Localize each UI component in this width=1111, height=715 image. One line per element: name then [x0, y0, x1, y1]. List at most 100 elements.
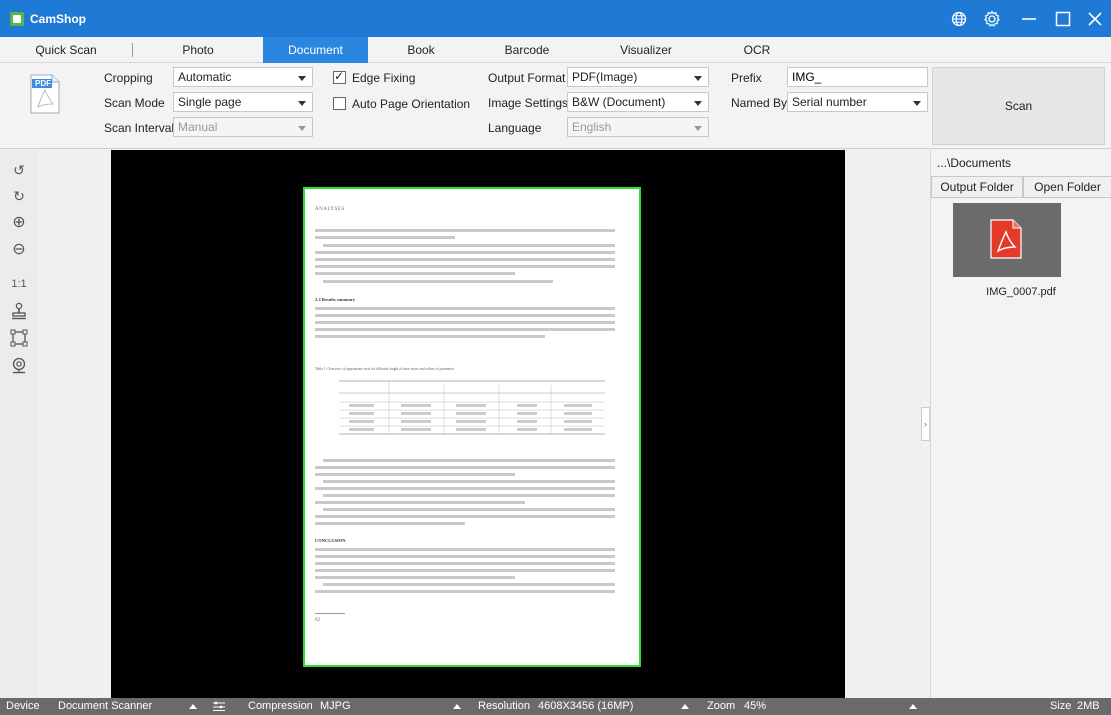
- pdf-icon-text: PDF: [35, 79, 51, 88]
- doc-text-line: [315, 473, 515, 476]
- cropping-select[interactable]: Automatic: [173, 67, 313, 87]
- doc-text-line: [315, 272, 515, 275]
- webcam-icon[interactable]: [9, 356, 29, 376]
- file-thumbnail[interactable]: [953, 203, 1061, 277]
- doc-text-line: [323, 480, 615, 483]
- device-value: Document Scanner: [58, 700, 153, 712]
- open-folder-button[interactable]: Open Folder: [1023, 176, 1111, 198]
- scan-mode-select[interactable]: Single page: [173, 92, 313, 112]
- edge-fixing-checkbox[interactable]: [333, 69, 346, 84]
- scan-button[interactable]: Scan: [932, 67, 1105, 145]
- doc-text-line: [315, 307, 615, 310]
- tab-book[interactable]: Book: [368, 37, 474, 63]
- doc-page-number: 62: [315, 618, 320, 623]
- edge-fixing-label: Edge Fixing: [352, 71, 416, 85]
- actual-size-icon[interactable]: 1:1: [9, 274, 29, 294]
- tab-visualizer[interactable]: Visualizer: [580, 37, 712, 63]
- scan-interval-value: Manual: [178, 120, 218, 134]
- pdf-format-icon: PDF: [30, 74, 60, 114]
- scan-mode-value: Single page: [178, 95, 242, 109]
- auto-page-orientation-label: Auto Page Orientation: [352, 97, 471, 111]
- zoom-in-icon[interactable]: ⊕: [9, 212, 29, 232]
- output-folder-path: ...\Documents: [937, 156, 1012, 170]
- resolution-value: 4608X3456 (16MP): [538, 700, 634, 712]
- doc-section-title: 2.3 Results summary: [315, 297, 356, 302]
- zoom-label: Zoom: [707, 700, 736, 712]
- chevron-down-icon: [298, 76, 306, 81]
- cropping-label: Cropping: [104, 71, 153, 85]
- doc-table-caption: Table 1: Overview of appropriate tests f…: [315, 367, 454, 371]
- chevron-down-icon: [694, 126, 702, 131]
- scan-mode-label: Scan Mode: [104, 96, 165, 110]
- named-by-select[interactable]: Serial number: [787, 92, 928, 112]
- doc-text-line: [323, 494, 615, 497]
- compression-value: MJPG: [320, 700, 351, 712]
- chevron-down-icon: [694, 101, 702, 106]
- size-label: Size: [1050, 700, 1072, 712]
- doc-text-line: [315, 590, 615, 593]
- mode-tabs: Quick Scan Photo Document Book Barcode V…: [0, 37, 1111, 63]
- doc-text-line: [315, 515, 615, 518]
- status-bar: Device Document Scanner Compression MJPG…: [0, 698, 1111, 715]
- language-label: Language: [488, 121, 542, 135]
- scanned-document-page: ANALYSES 2.3 Results summary Table 1: Ov…: [303, 187, 641, 667]
- prefix-input[interactable]: [787, 67, 928, 87]
- globe-icon[interactable]: [944, 0, 974, 37]
- named-by-value: Serial number: [792, 95, 867, 109]
- gear-icon[interactable]: [977, 0, 1007, 37]
- compression-label: Compression: [248, 700, 313, 712]
- zoom-value: 45%: [744, 700, 767, 712]
- output-format-select[interactable]: PDF(Image): [567, 67, 709, 87]
- chevron-down-icon: [913, 101, 921, 106]
- doc-text-line: [323, 280, 553, 283]
- rotate-left-icon[interactable]: ↺: [9, 160, 29, 180]
- output-panel: ...\Documents Output Folder Open Folder …: [930, 150, 1111, 698]
- minimize-icon[interactable]: [1014, 0, 1044, 37]
- doc-text-line: [323, 508, 615, 511]
- tab-quick-scan[interactable]: Quick Scan: [0, 37, 132, 63]
- chevron-down-icon: [298, 126, 306, 131]
- chevron-down-icon: [298, 101, 306, 106]
- rotate-right-icon[interactable]: ↻: [9, 186, 29, 206]
- resolution-dropup-icon[interactable]: [681, 704, 689, 709]
- image-settings-label: Image Settings: [488, 96, 569, 110]
- output-folder-button[interactable]: Output Folder: [931, 176, 1023, 198]
- doc-text-line: [323, 583, 615, 586]
- tab-document[interactable]: Document: [263, 37, 368, 63]
- doc-text-line: [315, 569, 615, 572]
- doc-heading: ANALYSES: [315, 207, 345, 212]
- maximize-icon[interactable]: [1048, 0, 1078, 37]
- chevron-down-icon: [694, 76, 702, 81]
- doc-text-line: [315, 236, 455, 239]
- adjust-icon[interactable]: [212, 698, 226, 715]
- left-toolbar: ↺ ↻ ⊕ ⊖ 1:1: [0, 150, 38, 698]
- named-by-label: Named By: [731, 96, 788, 110]
- panel-collapse-toggle[interactable]: ›: [921, 407, 930, 441]
- doc-text-line: [315, 548, 615, 551]
- settings-panel: PDF Cropping Automatic Scan Mode Single …: [0, 63, 1111, 149]
- doc-text-line: [315, 251, 615, 254]
- image-settings-value: B&W (Document): [572, 95, 666, 109]
- scan-interval-select[interactable]: Manual: [173, 117, 313, 137]
- device-dropup-icon[interactable]: [189, 704, 197, 709]
- compression-dropup-icon[interactable]: [453, 704, 461, 709]
- title-bar: CamShop: [0, 0, 1111, 37]
- image-settings-select[interactable]: B&W (Document): [567, 92, 709, 112]
- tab-photo[interactable]: Photo: [133, 37, 263, 63]
- doc-text-line: [315, 335, 545, 338]
- tab-ocr[interactable]: OCR: [712, 37, 802, 63]
- zoom-out-icon[interactable]: ⊖: [9, 239, 29, 259]
- close-icon[interactable]: [1080, 0, 1110, 37]
- doc-text-line: [315, 258, 615, 261]
- crop-icon[interactable]: [9, 328, 29, 348]
- doc-text-line: [315, 328, 615, 331]
- language-select[interactable]: English: [567, 117, 709, 137]
- zoom-dropup-icon[interactable]: [909, 704, 917, 709]
- auto-page-orientation-checkbox[interactable]: [333, 97, 346, 110]
- doc-text-line: [315, 522, 465, 525]
- doc-text-line: [315, 321, 615, 324]
- doc-text-line: [315, 466, 615, 469]
- doc-text-line: [315, 501, 525, 504]
- tab-barcode[interactable]: Barcode: [474, 37, 580, 63]
- stamp-icon[interactable]: [9, 301, 29, 321]
